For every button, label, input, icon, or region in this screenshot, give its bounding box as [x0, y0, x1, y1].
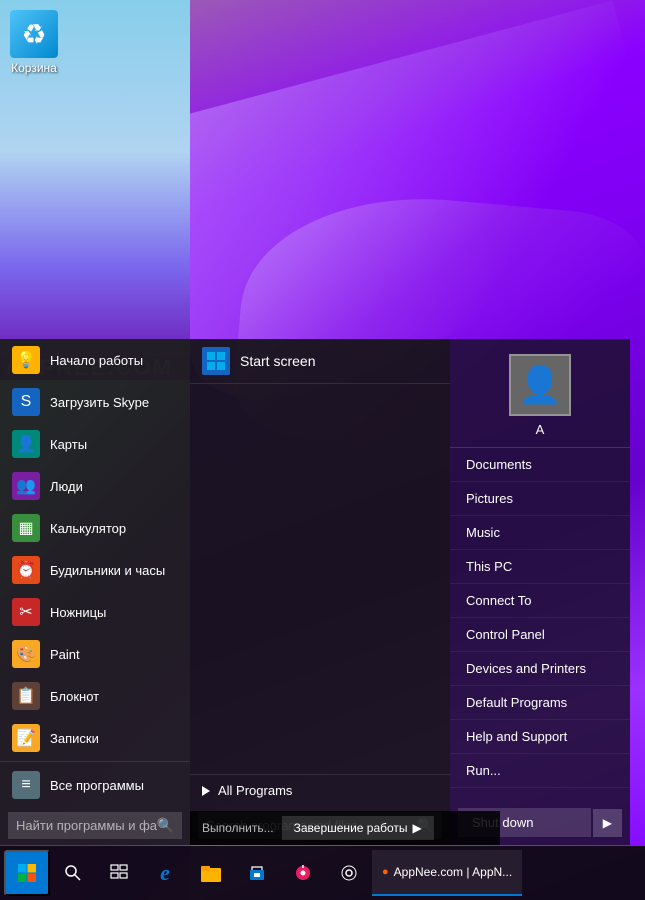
app-item-scissors[interactable]: ✂ Ножницы	[0, 591, 190, 633]
recycle-bin-label: Корзина	[11, 61, 57, 75]
app-icon-scissors: ✂	[12, 598, 40, 626]
user-name: A	[536, 422, 545, 437]
edge-button[interactable]: e	[142, 850, 188, 896]
right-panel: 👤 A DocumentsPicturesMusicThis PCConnect…	[450, 339, 630, 845]
right-menu-thispc[interactable]: This PC	[450, 550, 630, 584]
app-label-people: Люди	[50, 479, 83, 494]
app-item-sticky[interactable]: 📝 Записки	[0, 717, 190, 759]
start-screen-header[interactable]: Start screen	[190, 339, 450, 384]
start-button[interactable]	[4, 850, 50, 896]
multitask-icon	[110, 864, 128, 882]
app-item-people[interactable]: 👥 Люди	[0, 465, 190, 507]
app-item-skype[interactable]: S Загрузить Skype	[0, 381, 190, 423]
user-avatar[interactable]: 👤	[509, 354, 571, 416]
app-item-paint[interactable]: 🎨 Paint	[0, 633, 190, 675]
appnee-taskbar-label: AppNee.com | AppN...	[394, 865, 513, 879]
right-menu-music[interactable]: Music	[450, 516, 630, 550]
app-item-alarms[interactable]: ⏰ Будильники и часы	[0, 549, 190, 591]
all-programs-row[interactable]: All Programs	[190, 774, 450, 806]
all-programs-label: All Programs	[218, 783, 292, 798]
file-explorer-icon	[201, 864, 221, 882]
right-menu-pictures[interactable]: Pictures	[450, 482, 630, 516]
taskbar: e ●	[0, 846, 645, 900]
settings-icon	[340, 864, 358, 882]
app-icon-paint: 🎨	[12, 640, 40, 668]
app-item-allprograms2[interactable]: ≡ Все программы	[0, 764, 190, 806]
right-menu-controlpanel[interactable]: Control Panel	[450, 618, 630, 652]
store-icon	[248, 864, 266, 882]
app-icon-alarms: ⏰	[12, 556, 40, 584]
left-search-input[interactable]	[16, 818, 157, 833]
windows-logo-icon	[18, 864, 36, 882]
right-menu-run[interactable]: Run...	[450, 754, 630, 788]
finish-work-arrow-icon: ▶	[413, 821, 422, 835]
store-button[interactable]	[234, 850, 280, 896]
right-menu-default[interactable]: Default Programs	[450, 686, 630, 720]
app-icon-notepad: 📋	[12, 682, 40, 710]
left-search-bar[interactable]: 🔍	[8, 812, 182, 839]
recycle-bin[interactable]: Корзина	[10, 10, 58, 75]
finish-work-button[interactable]: Завершение работы ▶	[282, 816, 434, 840]
right-menu-connectto[interactable]: Connect To	[450, 584, 630, 618]
search-taskbar-button[interactable]	[50, 850, 96, 896]
start-screen-label: Start screen	[240, 353, 315, 369]
recycle-bin-icon	[10, 10, 58, 58]
search-taskbar-icon	[64, 864, 82, 882]
right-menu-list: DocumentsPicturesMusicThis PCConnect ToC…	[450, 448, 630, 788]
start-screen-icon	[202, 347, 230, 375]
app-item-calc[interactable]: ▦ Калькулятор	[0, 507, 190, 549]
finish-work-label: Завершение работы	[294, 821, 408, 835]
app-label-calc: Калькулятор	[50, 521, 126, 536]
file-explorer-button[interactable]	[188, 850, 234, 896]
app-label-allprograms2: Все программы	[50, 778, 144, 793]
app-item-maps[interactable]: 👤 Карты	[0, 423, 190, 465]
app-icon-people: 👥	[12, 472, 40, 500]
right-menu-devices[interactable]: Devices and Printers	[450, 652, 630, 686]
all-programs-triangle-icon	[202, 786, 210, 796]
middle-panel: Start screen All Programs 🔍	[190, 339, 450, 845]
tile-area	[190, 384, 450, 774]
app-label-maps: Карты	[50, 437, 87, 452]
app-item-notepad[interactable]: 📋 Блокнот	[0, 675, 190, 717]
app-item-startup[interactable]: 💡 Начало работы	[0, 339, 190, 381]
app-icon-calc: ▦	[12, 514, 40, 542]
right-menu-documents[interactable]: Documents	[450, 448, 630, 482]
app-icon-startup: 💡	[12, 346, 40, 374]
multitask-button[interactable]	[96, 850, 142, 896]
app-label-scissors: Ножницы	[50, 605, 106, 620]
app-icon-allprograms2: ≡	[12, 771, 40, 799]
app-icon-skype: S	[12, 388, 40, 416]
app-label-alarms: Будильники и часы	[50, 563, 165, 578]
app-label-startup: Начало работы	[50, 353, 143, 368]
media-button[interactable]	[280, 850, 326, 896]
start-menu: 💡 Начало работы S Загрузить Skype 👤 Карты 👥 Люд…	[0, 339, 630, 845]
shutdown-arrow-button[interactable]: ▶	[593, 809, 622, 837]
right-menu-help[interactable]: Help and Support	[450, 720, 630, 754]
user-section: 👤 A	[450, 339, 630, 448]
app-icon-maps: 👤	[12, 430, 40, 458]
notification-text: Выполнить...	[202, 821, 274, 835]
app-label-paint: Paint	[50, 647, 80, 662]
settings-button[interactable]	[326, 850, 372, 896]
app-label-skype: Загрузить Skype	[50, 395, 149, 410]
app-list: 💡 Начало работы S Загрузить Skype 👤 Карты 👥 Люд…	[0, 339, 190, 806]
app-label-notepad: Блокнот	[50, 689, 99, 704]
left-panel: 💡 Начало работы S Загрузить Skype 👤 Карты 👥 Люд…	[0, 339, 190, 845]
app-label-sticky: Записки	[50, 731, 99, 746]
desktop: Корзина APPNEE.COM 💡Начало работыSЗагруз…	[0, 0, 645, 900]
user-avatar-icon: 👤	[518, 364, 563, 406]
media-icon	[294, 864, 312, 882]
left-search-icon[interactable]: 🔍	[157, 817, 174, 834]
appnee-taskbar-app[interactable]: ● AppNee.com | AppN...	[372, 850, 522, 896]
app-icon-sticky: 📝	[12, 724, 40, 752]
notification-area: Выполнить... Завершение работы ▶	[190, 811, 500, 845]
